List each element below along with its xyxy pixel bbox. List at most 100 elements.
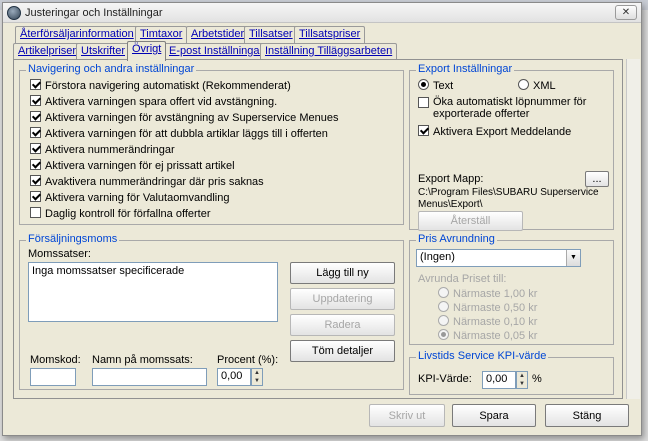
tab-tillsatspriser[interactable]: Tillsatspriser [294, 26, 366, 43]
vat-name-input[interactable] [92, 368, 207, 386]
vat-group-title: Försäljningsmoms [26, 233, 120, 245]
vat-code-input[interactable] [30, 368, 76, 386]
option-label: Daglig kontroll för förfallna offerter [45, 208, 211, 220]
rounding-sub-label: Avrunda Priset till: [418, 273, 507, 285]
option-daily-expired-check[interactable]: Daglig kontroll för förfallna offerter [30, 207, 211, 221]
checkbox-warn-unpriced-article[interactable] [30, 159, 41, 170]
checkbox-warn-save-quote[interactable] [30, 95, 41, 106]
export-folder-path: C:\Program Files\SUBARU Superservice Men… [418, 187, 599, 210]
rounding-select[interactable]: (Ingen) ▼ [416, 249, 581, 267]
kpi-group: Livstids Service KPI-värde KPI-Värde: 0,… [409, 350, 614, 395]
spin-up-icon[interactable]: ▲ [517, 372, 527, 380]
navigation-group: Navigering och andra inställningar Först… [19, 63, 404, 225]
tab-utskrifter[interactable]: Utskrifter [76, 43, 130, 60]
navigation-group-title: Navigering och andra inställningar [26, 63, 197, 75]
option-enlarge-navigation[interactable]: Förstora navigering automatiskt (Rekomme… [30, 79, 291, 93]
rounding-select-value: (Ingen) [420, 251, 455, 263]
checkbox-warn-shutdown-menus[interactable] [30, 111, 41, 122]
radio-option-xml[interactable]: XML [518, 79, 556, 93]
tab-installning-tillaggsarbeten[interactable]: Inställning Tilläggsarbeten [260, 43, 398, 60]
tab-epost-installningar[interactable]: E-post Inställningar [164, 43, 269, 60]
tab-artikelpriser[interactable]: Artikelpriser [13, 43, 82, 60]
update-vat-button[interactable]: Uppdatering [290, 288, 395, 310]
print-button[interactable]: Skriv ut [369, 404, 445, 427]
delete-vat-button[interactable]: Radera [290, 314, 395, 336]
clear-details-button[interactable]: Töm detaljer [290, 340, 395, 362]
export-folder-label: Export Mapp: [418, 173, 484, 185]
rounding-option-2[interactable]: Närmaste 0,50 kr [438, 301, 537, 315]
vat-percent-label: Procent (%): [217, 354, 279, 366]
checkbox-auto-number[interactable] [418, 97, 429, 108]
option-warn-shutdown-menus[interactable]: Aktivera varningen för avstängning av Su… [30, 111, 339, 125]
kpi-value-input[interactable]: 0,00 [482, 371, 516, 389]
radio-rounding-2[interactable] [438, 301, 449, 312]
rounding-option-4[interactable]: Närmaste 0,05 kr [438, 329, 537, 343]
option-label: Aktivera Export Meddelande [433, 126, 572, 138]
spin-down-icon[interactable]: ▼ [252, 377, 262, 385]
option-export-message[interactable]: Aktivera Export Meddelande [418, 125, 571, 139]
checkbox-number-changes[interactable] [30, 143, 41, 154]
vat-percent-input[interactable]: 0,00 [217, 368, 251, 386]
radio-xml-label: XML [533, 80, 556, 92]
browse-folder-button[interactable]: ... [585, 171, 609, 187]
option-label: Aktivera varning för Valutaomvandling [45, 192, 230, 204]
radio-text[interactable] [418, 79, 429, 90]
rounding-option-3[interactable]: Närmaste 0,10 kr [438, 315, 537, 329]
checkbox-warn-currency-conversion[interactable] [30, 191, 41, 202]
radio-xml[interactable] [518, 79, 529, 90]
vat-rates-list[interactable]: Inga momssatser specificerade [28, 262, 278, 322]
spin-up-icon[interactable]: ▲ [252, 369, 262, 377]
checkbox-warn-duplicate-articles[interactable] [30, 127, 41, 138]
option-warn-unpriced-article[interactable]: Aktivera varningen för ej prissatt artik… [30, 159, 235, 173]
option-warn-currency-conversion[interactable]: Aktivera varning för Valutaomvandling [30, 191, 229, 205]
checkbox-export-message[interactable] [418, 125, 429, 136]
kpi-group-title: Livstids Service KPI-värde [416, 350, 549, 362]
export-group: Export Inställningar Text XML Öka automa… [409, 63, 614, 231]
vertical-scrollbar[interactable] [626, 59, 640, 399]
option-label: Avaktivera nummerändringar där pris sakn… [45, 176, 264, 188]
settings-window: Justeringar och Inställningar ✕ Återförs… [2, 2, 642, 436]
rounding-group: Pris Avrundning (Ingen) ▼ Avrunda Priset… [409, 233, 614, 345]
vat-name-label: Namn på momssats: [92, 354, 193, 366]
option-warn-save-quote[interactable]: Aktivera varningen spara offert vid avst… [30, 95, 277, 109]
rounding-option-1[interactable]: Närmaste 1,00 kr [438, 287, 537, 301]
option-label: Aktivera varningen för att dubbla artikl… [45, 128, 328, 140]
rounding-option-label: Närmaste 0,10 kr [453, 316, 538, 328]
radio-rounding-4[interactable] [438, 329, 449, 340]
checkbox-disable-number-changes-no-price[interactable] [30, 175, 41, 186]
kpi-label: KPI-Värde: [418, 373, 472, 385]
tab-tillsatser[interactable]: Tillsatser [244, 26, 298, 43]
radio-rounding-1[interactable] [438, 287, 449, 298]
spin-down-icon[interactable]: ▼ [517, 380, 527, 388]
option-auto-number[interactable]: Öka automatiskt löpnummer för exporterad… [418, 96, 608, 120]
tab-ovrigt[interactable]: Övrigt [127, 41, 167, 61]
tab-aterforsaljarinformation[interactable]: Återförsäljarinformation [15, 26, 139, 43]
app-icon [7, 6, 21, 20]
close-button[interactable]: Stäng [545, 404, 629, 427]
title-bar[interactable]: Justeringar och Inställningar ✕ [3, 3, 641, 23]
option-warn-duplicate-articles[interactable]: Aktivera varningen för att dubbla artikl… [30, 127, 328, 141]
tab-arbetstider[interactable]: Arbetstider [186, 26, 250, 43]
tab-row-1: Återförsäljarinformation Timtaxor Arbets… [15, 26, 625, 43]
save-button[interactable]: Spara [452, 404, 536, 427]
option-label: Öka automatiskt löpnummer för exporterad… [433, 96, 587, 120]
rounding-group-title: Pris Avrundning [416, 233, 497, 245]
option-label: Aktivera nummerändringar [45, 144, 175, 156]
kpi-spinner[interactable]: ▲ ▼ [516, 371, 528, 389]
vat-percent-spinner[interactable]: ▲ ▼ [251, 368, 263, 386]
vat-code-label: Momskod: [30, 354, 81, 366]
chevron-down-icon[interactable]: ▼ [566, 250, 580, 266]
add-vat-button[interactable]: Lägg till ny [290, 262, 395, 284]
vat-list-empty-text: Inga momssatser specificerade [32, 265, 185, 277]
vat-group: Försäljningsmoms Momssatser: Inga momssa… [19, 233, 404, 390]
option-number-changes[interactable]: Aktivera nummerändringar [30, 143, 175, 157]
radio-rounding-3[interactable] [438, 315, 449, 326]
checkbox-daily-expired-check[interactable] [30, 207, 41, 218]
reset-folder-button[interactable]: Återställ [418, 211, 523, 231]
radio-option-text[interactable]: Text [418, 79, 453, 93]
option-disable-number-changes-no-price[interactable]: Avaktivera nummerändringar där pris sakn… [30, 175, 264, 189]
close-window-button[interactable]: ✕ [615, 5, 637, 20]
checkbox-enlarge-navigation[interactable] [30, 79, 41, 90]
rounding-option-label: Närmaste 1,00 kr [453, 288, 538, 300]
option-label: Aktivera varningen spara offert vid avst… [45, 96, 278, 108]
